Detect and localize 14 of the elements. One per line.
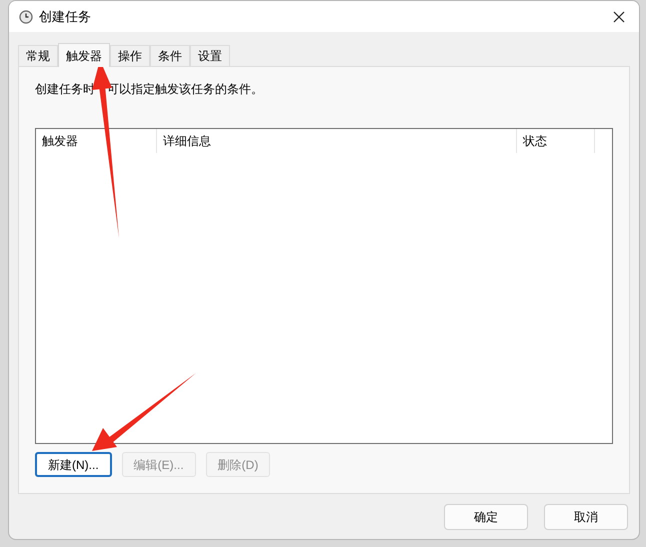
- description-text: 创建任务时: [35, 81, 95, 98]
- tab[interactable]: 常规: [18, 45, 58, 66]
- tab[interactable]: 设置: [190, 45, 230, 66]
- tab[interactable]: 触发器: [58, 43, 110, 67]
- tab[interactable]: 条件: [150, 45, 190, 66]
- clock-icon: [19, 10, 33, 24]
- window-title: 创建任务: [39, 8, 91, 26]
- column-header[interactable]: 状态: [517, 129, 595, 153]
- dialog-button[interactable]: 取消: [544, 504, 628, 530]
- tab[interactable]: 操作: [110, 45, 150, 66]
- dialog-button[interactable]: 确定: [444, 504, 528, 530]
- column-header[interactable]: 详细信息: [157, 129, 517, 153]
- close-icon: [613, 10, 625, 22]
- action-button[interactable]: 新建(N)...: [35, 452, 112, 477]
